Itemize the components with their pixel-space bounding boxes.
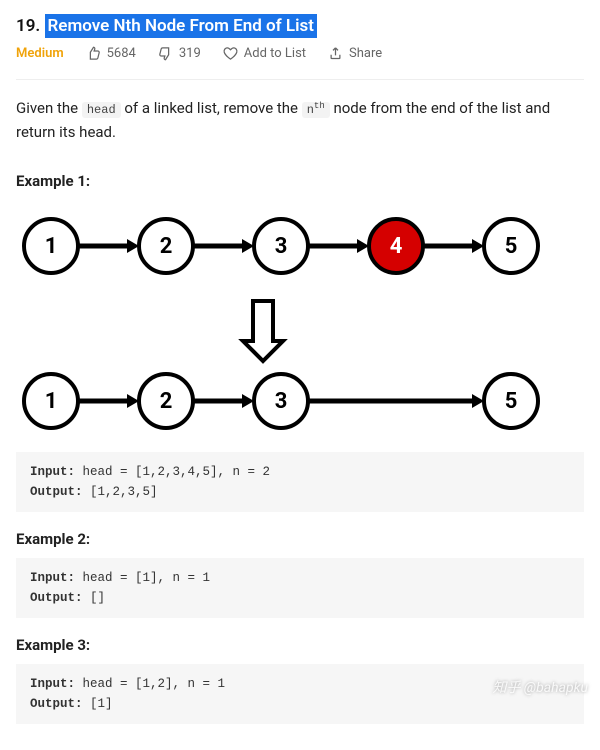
svg-text:3: 3 (275, 389, 288, 414)
heart-icon (223, 46, 238, 61)
example-code: Input: head = [1,2], n = 1 Output: [1] (16, 664, 584, 724)
share-icon (328, 46, 343, 61)
svg-text:5: 5 (505, 234, 518, 259)
example-title: Example 3: (16, 636, 584, 654)
meta-row: Medium 5684 319 Add to List Share (16, 46, 584, 61)
divider (16, 79, 584, 80)
difficulty-badge: Medium (16, 46, 64, 61)
thumbs-up-icon (86, 46, 101, 61)
svg-text:3: 3 (275, 234, 288, 259)
inline-code-head: head (82, 102, 121, 118)
problem-title: 19. Remove Nth Node From End of List (16, 16, 584, 36)
inline-code-nth: nth (302, 102, 330, 118)
thumbs-down-icon (158, 46, 173, 61)
example-title: Example 2: (16, 530, 584, 548)
dislike-button[interactable]: 319 (158, 46, 201, 61)
example-2: Example 2: Input: head = [1], n = 1 Outp… (16, 530, 584, 618)
dislike-count: 319 (179, 46, 201, 61)
svg-text:2: 2 (160, 234, 173, 259)
example-code: Input: head = [1], n = 1 Output: [] (16, 558, 584, 618)
svg-text:1: 1 (45, 234, 58, 259)
svg-text:2: 2 (160, 389, 173, 414)
example-title: Example 1: (16, 172, 584, 190)
add-to-list-label: Add to List (244, 46, 306, 61)
svg-text:4: 4 (390, 234, 403, 259)
linked-list-diagram: 1 2 3 4 5 1 2 3 5 (16, 206, 576, 436)
problem-number: 19. (16, 16, 40, 36)
example-1: Example 1: 1 2 3 4 5 1 2 3 5 Input: head = [1,2… (16, 172, 584, 512)
add-to-list-button[interactable]: Add to List (223, 46, 306, 61)
share-button[interactable]: Share (328, 46, 382, 61)
share-label: Share (349, 46, 382, 61)
like-button[interactable]: 5684 (86, 46, 136, 61)
example-3: Example 3: Input: head = [1,2], n = 1 Ou… (16, 636, 584, 724)
svg-text:5: 5 (505, 389, 518, 414)
example-code: Input: head = [1,2,3,4,5], n = 2 Output:… (16, 452, 584, 512)
like-count: 5684 (107, 46, 136, 61)
svg-text:1: 1 (45, 389, 58, 414)
problem-title-text: Remove Nth Node From End of List (45, 14, 318, 38)
problem-description: Given the head of a linked list, remove … (16, 96, 584, 144)
